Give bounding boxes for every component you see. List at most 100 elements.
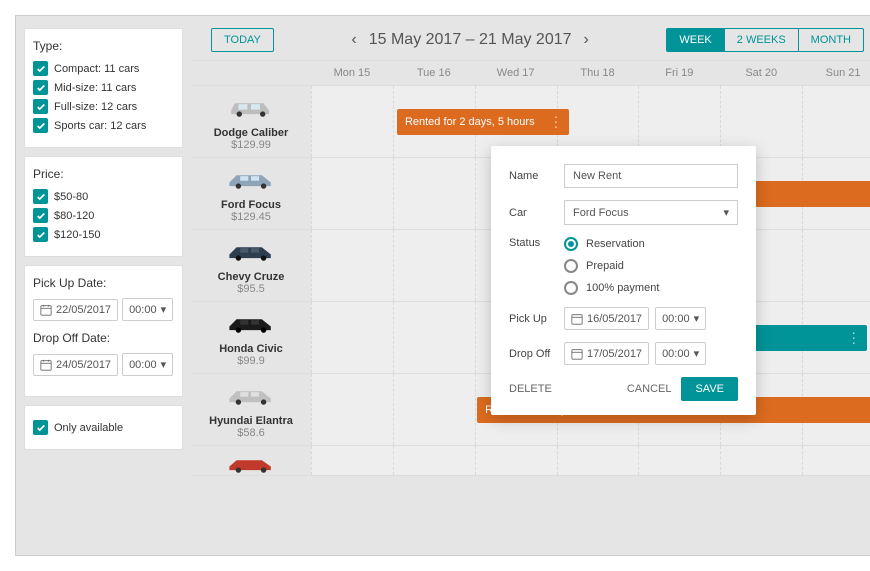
more-icon[interactable]: ⋮ — [549, 113, 563, 130]
prev-icon[interactable]: ‹ — [351, 31, 356, 49]
status-radio-group: Reservation Prepaid 100% payment — [564, 237, 659, 295]
day-header: Fri 19 — [638, 61, 720, 85]
dropoff-date-input[interactable]: 24/05/2017 — [33, 354, 118, 376]
pickup-date-label: Pick Up Date: — [33, 276, 174, 290]
more-icon[interactable]: ⋮ — [864, 401, 870, 418]
chevron-down-icon: ▾ — [161, 358, 167, 371]
rental-bar[interactable]: Rented for 2 days, 5 hours⋮ — [397, 109, 569, 135]
checkbox-icon[interactable] — [33, 227, 48, 242]
pickup-time-input[interactable]: 00:00 ▾ — [122, 298, 173, 321]
car-name: Honda Civic — [195, 343, 307, 355]
filter-price-item[interactable]: $50-80 — [33, 189, 174, 204]
only-available-checkbox[interactable]: Only available — [33, 420, 174, 435]
car-icon — [224, 236, 278, 264]
cancel-button[interactable]: CANCEL — [627, 383, 672, 395]
main-area: TODAY ‹ 15 May 2017 – 21 May 2017 › WEEK… — [191, 16, 870, 555]
app-root: Type: Compact: 11 cars Mid-size: 11 cars… — [15, 15, 870, 556]
dropoff-date-label: Drop Off Date: — [33, 331, 174, 345]
car-cell[interactable]: Dodge Caliber $129.99 — [191, 86, 311, 157]
name-label: Name — [509, 170, 564, 182]
car-cell[interactable]: Chevy Cruze $95.5 — [191, 230, 311, 301]
car-price: $95.5 — [195, 283, 307, 295]
only-available-panel: Only available — [24, 405, 183, 450]
car-name: Ford Focus — [195, 199, 307, 211]
filter-price-title: Price: — [33, 167, 174, 181]
car-cell[interactable]: Ford Focus $129.45 — [191, 158, 311, 229]
checkbox-icon[interactable] — [33, 80, 48, 95]
dropoff-time-input[interactable]: 00:00 ▾ — [122, 353, 173, 376]
name-input[interactable] — [564, 164, 738, 188]
filter-type-item[interactable]: Full-size: 12 cars — [33, 99, 174, 114]
view-tabs: WEEK 2 WEEKS MONTH — [666, 28, 864, 52]
tab-week[interactable]: WEEK — [667, 29, 723, 51]
filter-price-panel: Price: $50-80 $80-120 $120-150 — [24, 156, 183, 257]
modal-dropoff-date[interactable]: 17/05/2017 — [564, 342, 649, 365]
checkbox-icon[interactable] — [33, 189, 48, 204]
tab-month[interactable]: MONTH — [798, 29, 863, 51]
filter-type-item[interactable]: Mid-size: 11 cars — [33, 80, 174, 95]
days-header: Mon 15 Tue 16 Wed 17 Thu 18 Fri 19 Sat 2… — [191, 60, 870, 86]
checkbox-icon[interactable] — [33, 208, 48, 223]
modal-pickup-date[interactable]: 16/05/2017 — [564, 307, 649, 330]
date-range: ‹ 15 May 2017 – 21 May 2017 › — [351, 31, 588, 49]
tab-2weeks[interactable]: 2 WEEKS — [724, 29, 798, 51]
modal-pickup-time[interactable]: 00:00 ▾ — [655, 307, 706, 330]
filter-price-item[interactable]: $80-120 — [33, 208, 174, 223]
table-row — [191, 446, 870, 476]
timeline[interactable] — [311, 446, 870, 475]
day-header: Wed 17 — [475, 61, 557, 85]
filter-price-item[interactable]: $120-150 — [33, 227, 174, 242]
day-header: Thu 18 — [557, 61, 639, 85]
car-price: $99.9 — [195, 355, 307, 367]
modal-dropoff-time[interactable]: 00:00 ▾ — [655, 342, 706, 365]
car-cell[interactable]: Hyundai Elantra $58.6 — [191, 374, 311, 445]
car-label: Car — [509, 207, 564, 219]
more-icon[interactable]: ⋮ — [847, 329, 861, 346]
car-name: Dodge Caliber — [195, 127, 307, 139]
radio-reservation[interactable]: Reservation — [564, 237, 659, 251]
calendar-icon — [571, 313, 583, 325]
date-range-text: 15 May 2017 – 21 May 2017 — [369, 31, 572, 49]
car-cell[interactable]: Honda Civic $99.9 — [191, 302, 311, 373]
car-name: Chevy Cruze — [195, 271, 307, 283]
save-button[interactable]: SAVE — [681, 377, 738, 401]
chevron-down-icon: ▾ — [161, 303, 167, 316]
day-header: Sat 20 — [720, 61, 802, 85]
day-header: Sun 21 — [802, 61, 870, 85]
car-name: Hyundai Elantra — [195, 415, 307, 427]
radio-full-payment[interactable]: 100% payment — [564, 281, 659, 295]
checkbox-icon[interactable] — [33, 118, 48, 133]
radio-prepaid[interactable]: Prepaid — [564, 259, 659, 273]
day-header: Mon 15 — [311, 61, 393, 85]
car-icon — [224, 380, 278, 408]
calendar-header: TODAY ‹ 15 May 2017 – 21 May 2017 › WEEK… — [191, 16, 870, 60]
pickup-date-input[interactable]: 22/05/2017 — [33, 299, 118, 321]
filter-type-panel: Type: Compact: 11 cars Mid-size: 11 cars… — [24, 28, 183, 148]
more-icon[interactable]: ⋮ — [864, 185, 870, 202]
delete-button[interactable]: DELETE — [509, 383, 552, 395]
today-button[interactable]: TODAY — [211, 28, 274, 52]
day-header: Tue 16 — [393, 61, 475, 85]
dropoff-label: Drop Off — [509, 348, 564, 360]
car-price: $129.99 — [195, 139, 307, 151]
checkbox-icon[interactable] — [33, 99, 48, 114]
filter-type-item[interactable]: Sports car: 12 cars — [33, 118, 174, 133]
car-icon — [224, 92, 278, 120]
sidebar: Type: Compact: 11 cars Mid-size: 11 cars… — [16, 16, 191, 555]
filter-type-item[interactable]: Compact: 11 cars — [33, 61, 174, 76]
pickup-label: Pick Up — [509, 313, 564, 325]
radio-icon — [564, 281, 578, 295]
filter-type-title: Type: — [33, 39, 174, 53]
status-label: Status — [509, 237, 564, 249]
car-select[interactable]: Ford Focus▾ — [564, 200, 738, 225]
checkbox-icon[interactable] — [33, 61, 48, 76]
checkbox-icon[interactable] — [33, 420, 48, 435]
chevron-down-icon: ▾ — [723, 206, 729, 219]
car-cell[interactable] — [191, 446, 311, 475]
car-price: $58.6 — [195, 427, 307, 439]
next-icon[interactable]: › — [584, 31, 589, 49]
chevron-down-icon: ▾ — [694, 347, 700, 360]
date-panel: Pick Up Date: 22/05/2017 00:00 ▾ Drop Of… — [24, 265, 183, 397]
chevron-down-icon: ▾ — [694, 312, 700, 325]
calendar-icon — [571, 348, 583, 360]
